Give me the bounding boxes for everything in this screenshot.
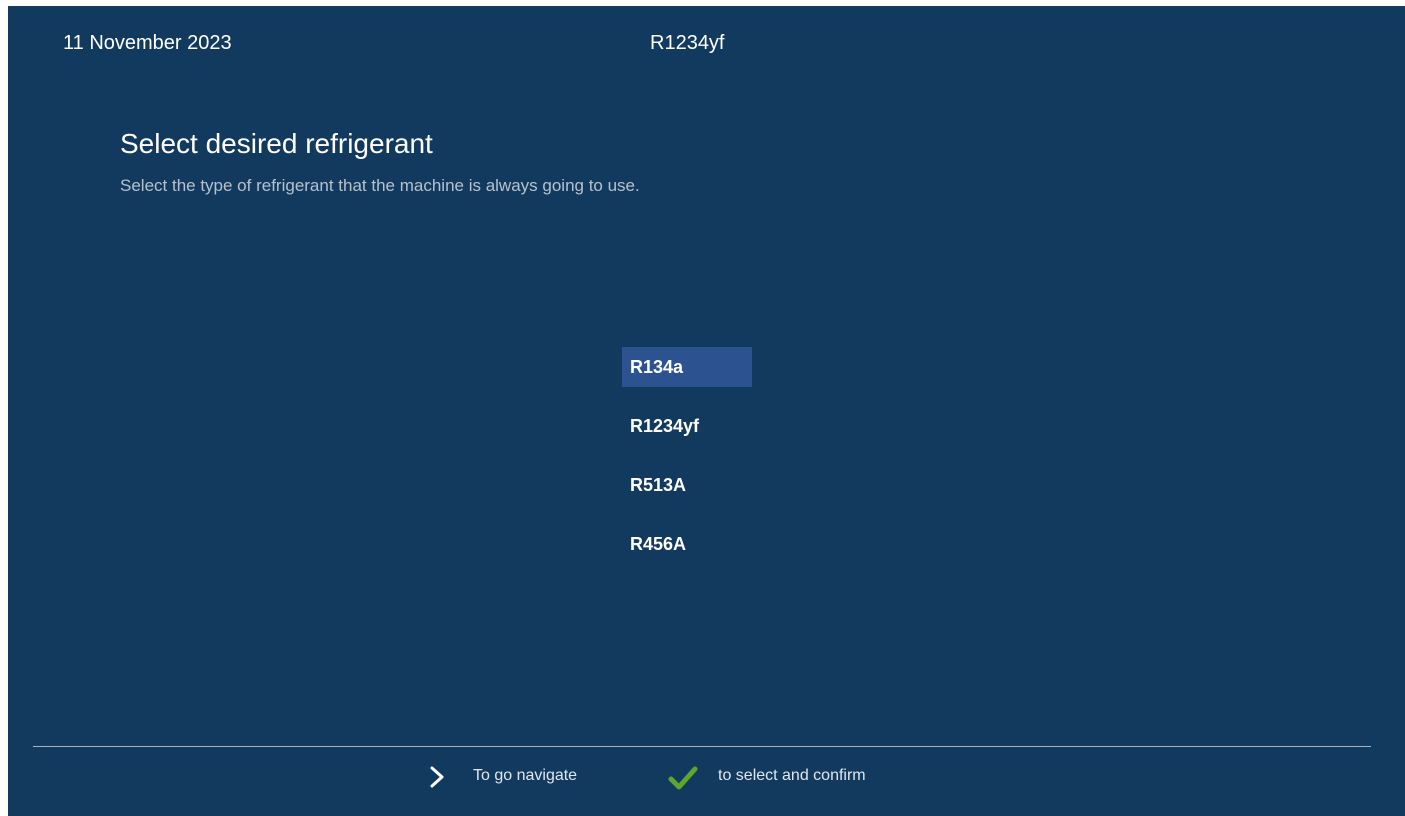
date-label: 11 November 2023 (63, 32, 232, 54)
chevron-right-icon (430, 766, 444, 788)
refrigerant-option-list: R134a R1234yf R513A R456A (622, 347, 752, 583)
confirm-hint-label: to select and confirm (718, 767, 866, 784)
option-r1234yf[interactable]: R1234yf (622, 406, 752, 446)
page-subtitle: Select the type of refrigerant that the … (120, 176, 640, 195)
page-title: Select desired refrigerant (120, 128, 433, 159)
navigate-hint-label: To go navigate (473, 767, 578, 784)
check-icon (668, 766, 698, 790)
current-refrigerant-label: R1234yf (650, 32, 725, 54)
footer-hints: To go navigate to select and confirm (8, 761, 1405, 791)
footer-divider (33, 746, 1371, 747)
option-r513a[interactable]: R513A (622, 465, 752, 505)
option-r456a[interactable]: R456A (622, 524, 752, 564)
option-r134a[interactable]: R134a (622, 347, 752, 387)
refrigerant-selection-screen: 11 November 2023 R1234yf Select desired … (8, 6, 1405, 816)
